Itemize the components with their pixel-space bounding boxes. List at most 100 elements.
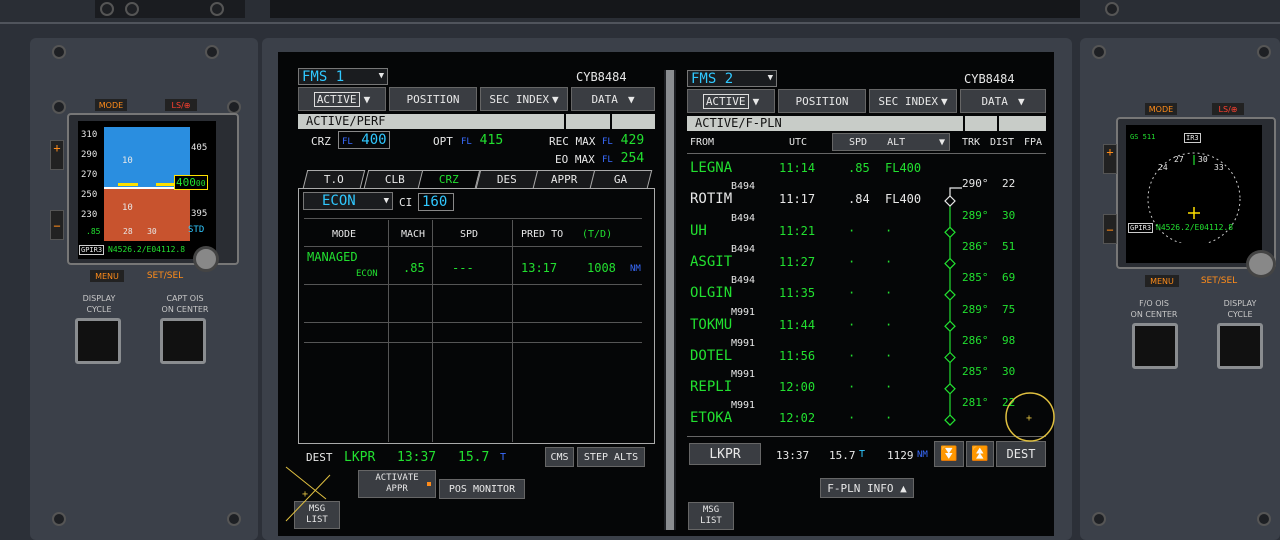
row-nm-unit: NM [630,264,641,274]
pos-monitor-button[interactable]: POS MONITOR [439,479,525,499]
alt-tick-top: 405 [191,143,208,153]
waypoint-name[interactable]: UH [690,223,707,239]
menu-button-right[interactable]: MENU [1145,275,1179,287]
display-cycle-button[interactable] [75,318,121,364]
fms2-selector[interactable]: FMS 2 ▼ [687,70,777,87]
waypoint-name[interactable]: LEGNA [690,160,732,176]
step-alts-button[interactable]: STEP ALTS [577,447,645,467]
fms1-title-bar: ACTIVE/PERF [298,114,655,129]
aircraft-symbol-left [118,183,138,186]
fms2-active-tab[interactable]: ACTIVE ▼ [687,89,775,113]
ls-button-right[interactable]: LS/⊕ [1212,103,1244,115]
mode-button[interactable]: MODE [95,99,127,111]
fms1-sec-index-tab[interactable]: SEC INDEX ▼ [480,87,568,111]
tab-crz[interactable]: CRZ [417,170,481,188]
waypoint-name[interactable]: ETOKA [690,410,732,426]
fms1-position-tab[interactable]: POSITION [389,87,477,111]
capt-ois-button[interactable] [160,318,206,364]
ls-button[interactable]: LS/⊕ [165,99,197,111]
waypoint-alt: · [885,411,893,426]
table-col-line [432,220,433,442]
setting-knob-right[interactable] [1246,250,1276,278]
waypoint-name[interactable]: DOTEL [690,348,732,364]
display-cycle-button-right[interactable] [1217,323,1263,369]
fo-ois-button[interactable] [1132,323,1178,369]
fpln-col-trk: TRK [962,137,981,148]
roll-mark: 28 30 [123,227,157,236]
tab-appr[interactable]: APPR [532,170,596,188]
crz-label: CRZ [311,135,331,148]
waypoint-name[interactable]: OLGIN [690,285,732,301]
waypoint-name[interactable]: TOKMU [690,317,732,333]
fms1-active-tab[interactable]: ACTIVE ▼ [298,87,386,111]
waypoint-utc: 11:44 [779,317,816,332]
cost-index-field[interactable]: 160 [418,193,454,211]
screw-icon [1092,512,1106,526]
waypoint-name[interactable]: ROTIM [690,191,732,207]
table-col-line [512,220,513,442]
recmax-label: REC MAX [549,135,596,148]
tab-des[interactable]: DES [475,170,539,188]
standby-instrument-screen: 10 10 310 290 270 250 230 405 40000 395 … [78,121,216,259]
msg-list-button-right[interactable]: MSG LIST [688,502,734,530]
fpln-dest-time: 13:37 [776,449,810,462]
fms2-data-tab[interactable]: DATA ▼ [960,89,1046,113]
waypoint-spd: · [848,254,856,269]
airway-label: B494 [731,243,756,255]
waypoint-diamond [944,414,956,426]
scroll-down-button[interactable]: ⏬ [934,441,964,467]
spd-alt-dropdown[interactable]: SPD ALT ▼ [832,133,950,151]
fms2-sec-index-tab[interactable]: SEC INDEX ▼ [869,89,957,113]
fms2-position-tab[interactable]: POSITION [778,89,866,113]
fpln-dest-airport-button[interactable]: LKPR [689,443,761,465]
screw-icon [52,100,66,114]
plus-button-right[interactable]: + [1103,144,1117,174]
waypoint-spd: · [848,380,856,395]
tab-clb[interactable]: CLB [363,170,427,188]
menu-button[interactable]: MENU [90,270,124,282]
opt-value: FL 415 [461,133,504,148]
tab-ga[interactable]: GA [589,170,653,188]
waypoint-name[interactable]: ASGIT [690,254,732,270]
waypoint-diamond [944,351,956,364]
flight-plan-track-graphic [944,187,962,426]
fpln-info-button[interactable]: F-PLN INFO ▲ [820,478,914,498]
activate-appr-button[interactable]: ACTIVATE APPR [358,470,436,498]
divider-scrollbar[interactable] [666,70,674,530]
title-separator [610,114,612,129]
crz-altitude-field[interactable]: FL 400 [338,131,390,149]
waypoint-name[interactable]: REPLI [690,379,732,395]
fms1-data-tab[interactable]: DATA ▼ [571,87,655,111]
table-rule [304,218,642,219]
minus-button[interactable]: − [50,210,64,240]
top-center-display [270,0,1080,18]
fpln-col-utc: UTC [789,137,808,148]
setting-knob[interactable] [193,246,219,272]
fms1-selector[interactable]: FMS 1 ▼ [298,68,388,85]
mode-button-right[interactable]: MODE [1145,103,1177,115]
col-spd: SPD [460,229,479,240]
waypoint-alt: · [885,286,893,301]
waypoint-utc: 11:21 [779,223,816,238]
airway-label: B494 [731,212,756,224]
waypoint-utc: 11:27 [779,254,816,269]
recmax-value: FL 429 [602,133,645,148]
airway-label: B494 [731,275,756,287]
capt-ois-label: CAPT OIS ON CENTER [161,294,209,314]
alt-tick-bottom: 395 [191,209,208,219]
setsel-label: SET/SEL [146,271,184,281]
dest-button[interactable]: DEST [996,441,1046,467]
waypoint-spd: · [848,317,856,332]
speed-mode-dropdown[interactable]: ECON ▼ [303,192,393,210]
ci-label: CI [399,196,413,209]
table-col-line [388,220,389,442]
minus-button-right[interactable]: − [1103,214,1117,244]
scroll-up-button[interactable]: ⏫ [966,441,994,467]
cms-button[interactable]: CMS [545,447,574,467]
waypoint-utc: 11:56 [779,348,816,363]
fpln-dest-nm: NM [917,450,928,460]
speed-tick: 230 [81,210,98,220]
col-mode: MODE [332,229,357,240]
tab-to[interactable]: T.O [302,170,366,188]
plus-button[interactable]: + [50,140,64,170]
